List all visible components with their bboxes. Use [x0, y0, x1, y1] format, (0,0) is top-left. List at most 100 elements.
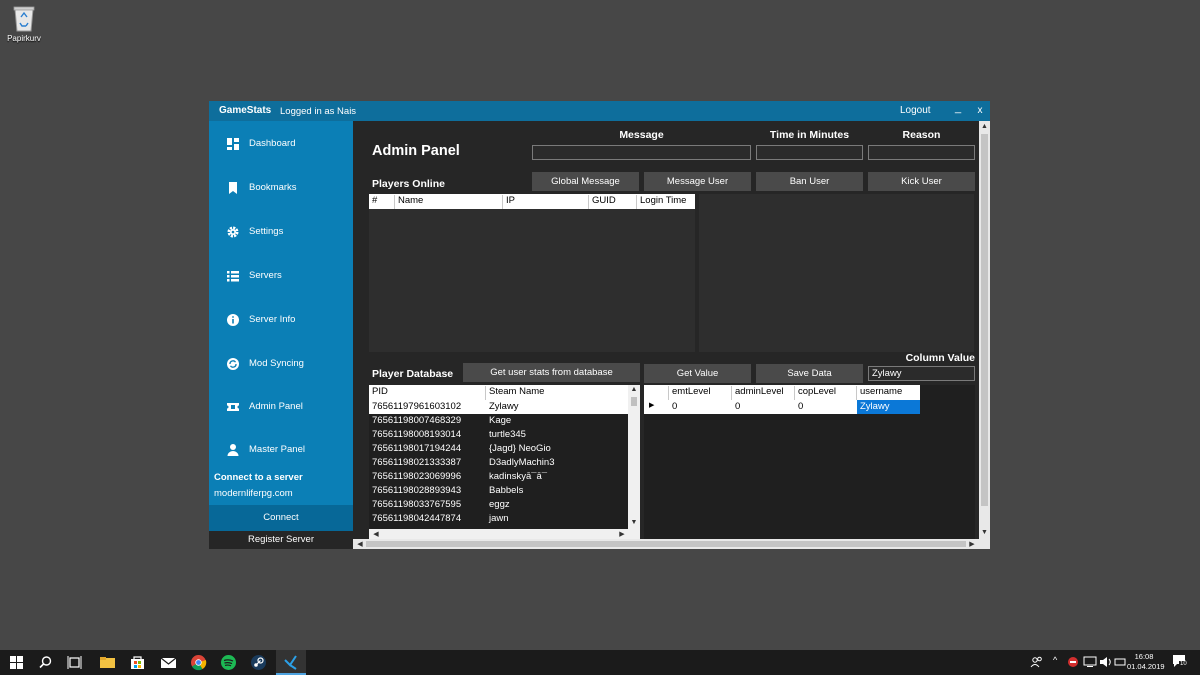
sidebar-item-server-info[interactable]: Server Info: [209, 300, 353, 340]
column-header[interactable]: PID: [369, 386, 486, 400]
pid-cell[interactable]: 76561198007468329: [372, 415, 461, 426]
sidebar-item-servers[interactable]: Servers: [209, 256, 353, 296]
table-row[interactable]: ▶ 0 0 0 Zylawy: [644, 400, 920, 414]
table-row[interactable]: 76561197961603102 Zylawy: [369, 400, 628, 414]
windows-start-icon[interactable]: [8, 654, 25, 671]
column-header[interactable]: username: [857, 386, 920, 400]
scroll-left-icon[interactable]: ◀: [355, 540, 365, 548]
scroll-down-icon[interactable]: ▼: [979, 529, 990, 536]
pid-cell[interactable]: 76561198023069996: [372, 471, 461, 482]
scrollbar-thumb[interactable]: [631, 397, 637, 406]
get-value-button[interactable]: Get Value: [644, 364, 751, 383]
pid-cell[interactable]: 76561198017194244: [372, 443, 461, 454]
table-row[interactable]: 76561198021333387 D3adlyMachin3: [369, 456, 628, 470]
main-vertical-scrollbar[interactable]: ▲ ▼: [979, 121, 990, 539]
global-message-button[interactable]: Global Message: [532, 172, 639, 191]
scrollbar-thumb[interactable]: [981, 134, 988, 506]
minimize-button[interactable]: _: [951, 102, 965, 114]
sidebar-item-settings[interactable]: Settings: [209, 212, 353, 252]
pid-cell[interactable]: 76561198028893943: [372, 485, 461, 496]
connect-button[interactable]: Connect: [209, 505, 353, 531]
column-header[interactable]: IP: [503, 195, 589, 209]
main-horizontal-scrollbar[interactable]: ◀ ▶: [353, 539, 990, 549]
people-icon[interactable]: [1030, 654, 1044, 671]
table-row[interactable]: 76561198042447874 jawn: [369, 512, 628, 526]
table-cell[interactable]: 0: [798, 401, 803, 412]
steam-name-cell[interactable]: Kage: [489, 415, 511, 426]
chevron-up-icon[interactable]: ^: [1053, 655, 1057, 665]
scroll-up-icon[interactable]: ▲: [628, 386, 640, 393]
column-header[interactable]: adminLevel: [732, 386, 795, 400]
system-clock[interactable]: 16:08 01.04.2019: [1127, 652, 1165, 672]
scrollbar-thumb[interactable]: [366, 541, 966, 547]
steam-name-cell[interactable]: Babbels: [489, 485, 523, 496]
save-data-button[interactable]: Save Data: [756, 364, 863, 383]
chrome-icon[interactable]: [190, 654, 207, 671]
pid-cell[interactable]: 76561197961603102: [372, 401, 461, 412]
steam-name-cell[interactable]: Zylawy: [489, 401, 519, 412]
table-cell[interactable]: 0: [672, 401, 677, 412]
table-row[interactable]: 76561198028893943 Babbels: [369, 484, 628, 498]
reason-input[interactable]: [868, 145, 975, 160]
volume-icon[interactable]: [1099, 655, 1113, 669]
horizontal-scrollbar[interactable]: ◀ ▶: [369, 529, 640, 539]
pid-cell[interactable]: 76561198033767595: [372, 499, 461, 510]
table-cell[interactable]: 0: [735, 401, 740, 412]
store-icon[interactable]: [129, 654, 146, 671]
sidebar-item-admin-panel[interactable]: Admin Panel: [209, 387, 353, 427]
pid-cell[interactable]: 76561198042447874: [372, 513, 461, 524]
steam-name-cell[interactable]: D3adlyMachin3: [489, 457, 554, 468]
spotify-icon[interactable]: [220, 654, 237, 671]
message-input[interactable]: [532, 145, 751, 160]
steam-name-cell[interactable]: jawn: [489, 513, 509, 524]
scroll-right-icon[interactable]: ▶: [967, 540, 977, 548]
table-row[interactable]: 76561198017194244 {Jagd} NeoGio: [369, 442, 628, 456]
title-bar[interactable]: GameStats Logged in as Nais Logout _ x: [209, 101, 990, 121]
search-icon[interactable]: [37, 654, 54, 671]
column-header[interactable]: Login Time: [637, 195, 695, 209]
register-server-button[interactable]: Register Server: [209, 531, 353, 549]
message-user-button[interactable]: Message User: [644, 172, 751, 191]
player-database-table[interactable]: PID Steam Name 76561197961603102 Zylawy 76…: [369, 385, 640, 539]
steam-name-cell[interactable]: eggz: [489, 499, 510, 510]
scroll-right-icon[interactable]: ▶: [617, 530, 627, 538]
sidebar-item-dashboard[interactable]: Dashboard: [209, 124, 353, 164]
sidebar-item-bookmarks[interactable]: Bookmarks: [209, 168, 353, 208]
pid-cell[interactable]: 76561198008193014: [372, 429, 461, 440]
table-row[interactable]: 76561198033767595 eggz: [369, 498, 628, 512]
file-explorer-icon[interactable]: [99, 654, 116, 671]
kick-user-button[interactable]: Kick User: [868, 172, 975, 191]
scroll-up-icon[interactable]: ▲: [979, 123, 990, 130]
column-header[interactable]: Steam Name: [486, 386, 628, 400]
mail-icon[interactable]: [160, 654, 177, 671]
ban-user-button[interactable]: Ban User: [756, 172, 863, 191]
column-header[interactable]: copLevel: [795, 386, 857, 400]
column-value-input[interactable]: [868, 366, 975, 381]
recycle-bin-desktop-icon[interactable]: Papirkurv: [6, 4, 42, 43]
steam-name-cell[interactable]: turtle345: [489, 429, 526, 440]
column-header[interactable]: Name: [395, 195, 503, 209]
logout-button[interactable]: Logout: [900, 105, 931, 116]
selected-cell[interactable]: Zylawy: [857, 400, 920, 414]
action-center-button[interactable]: 10: [1172, 654, 1190, 671]
time-input[interactable]: [756, 145, 863, 160]
active-app-taskbar-item[interactable]: [276, 650, 306, 675]
pid-cell[interactable]: 76561198021333387: [372, 457, 461, 468]
user-stats-table[interactable]: emtLevel adminLevel copLevel username ▶ …: [644, 385, 975, 539]
column-header[interactable]: emtLevel: [669, 386, 732, 400]
steam-name-cell[interactable]: {Jagd} NeoGio: [489, 443, 551, 454]
vertical-scrollbar[interactable]: ▲ ▼: [628, 385, 640, 529]
task-view-icon[interactable]: [66, 654, 83, 671]
sidebar-item-master-panel[interactable]: Master Panel: [209, 430, 353, 470]
close-button[interactable]: x: [974, 105, 986, 116]
monitor-icon[interactable]: [1083, 655, 1097, 669]
column-header[interactable]: #: [369, 195, 395, 209]
scroll-down-icon[interactable]: ▼: [628, 519, 640, 526]
sidebar-item-mod-syncing[interactable]: Mod Syncing: [209, 344, 353, 384]
players-online-table[interactable]: # Name IP GUID Login Time: [369, 194, 695, 352]
table-row[interactable]: 76561198023069996 kadinskyā¯ā¯: [369, 470, 628, 484]
column-header[interactable]: GUID: [589, 195, 637, 209]
steam-icon[interactable]: [250, 654, 267, 671]
get-user-stats-button[interactable]: Get user stats from database: [463, 363, 640, 382]
table-row[interactable]: 76561198007468329 Kage: [369, 414, 628, 428]
